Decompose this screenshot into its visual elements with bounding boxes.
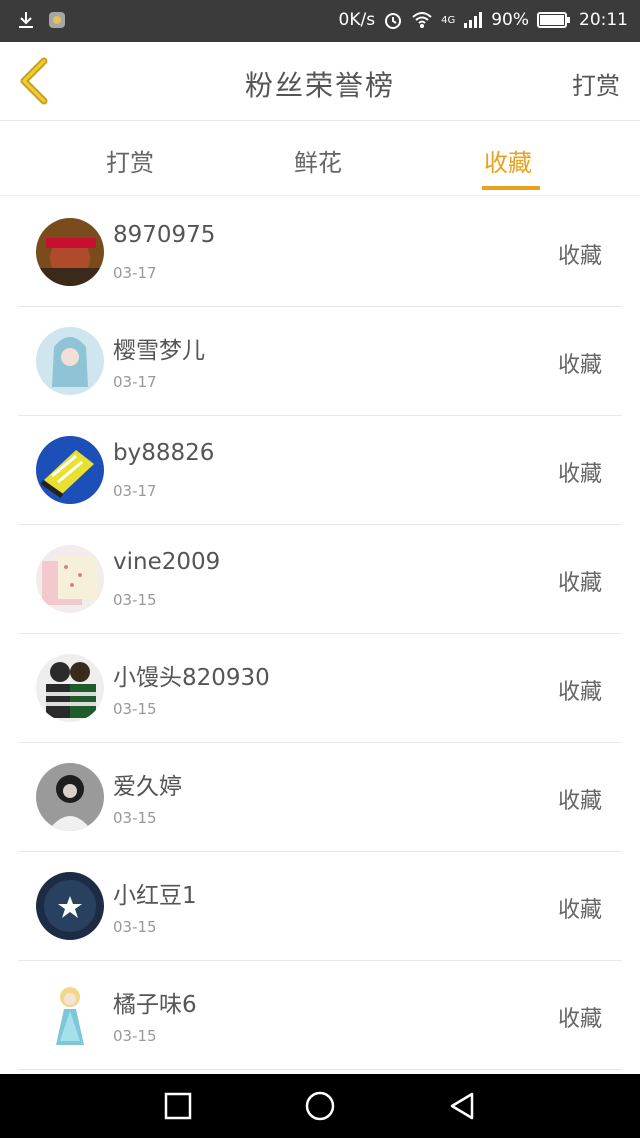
network-type: 4G	[441, 14, 456, 26]
username: 樱雪梦儿	[113, 338, 205, 364]
list-item[interactable]: 小馒头820930 03-15 收藏	[18, 634, 622, 743]
action-label: 收藏	[557, 789, 602, 814]
date: 03-15	[113, 809, 157, 827]
list-item[interactable]: 橘子味6 03-15 收藏	[18, 961, 622, 1070]
clock: 20:11	[579, 10, 628, 30]
triangle-back-icon	[450, 1092, 474, 1120]
date: 03-17	[113, 264, 157, 282]
list-item[interactable]: 小红豆1 03-15 收藏	[18, 852, 622, 961]
avatar	[36, 327, 104, 395]
tab-reward[interactable]: 打赏	[106, 143, 154, 178]
avatar	[36, 763, 104, 831]
action-label: 收藏	[557, 462, 602, 487]
status-right: 0K/s 4G 90% 20:11	[339, 10, 628, 30]
avatar	[36, 436, 104, 504]
tab-favorites[interactable]: 收藏	[484, 143, 532, 178]
avatar	[36, 981, 104, 1049]
date: 03-15	[113, 1027, 157, 1045]
date: 03-15	[113, 700, 157, 718]
action-label: 收藏	[557, 1007, 602, 1032]
list-item[interactable]: by88826 03-17 收藏	[18, 416, 622, 525]
date: 03-17	[113, 482, 157, 500]
username: 8970975	[113, 222, 216, 248]
date: 03-15	[113, 918, 157, 936]
battery-icon	[537, 12, 570, 28]
action-label: 收藏	[557, 244, 602, 269]
avatar	[36, 872, 104, 940]
list-item[interactable]: vine2009 03-15 收藏	[18, 525, 622, 634]
avatar	[36, 545, 104, 613]
fan-list: 8970975 03-17 收藏 樱雪梦儿 03-17 收藏 by88826 0…	[18, 198, 622, 1070]
username: 小红豆1	[113, 883, 197, 909]
action-label: 收藏	[557, 353, 602, 378]
screen: 0K/s 4G 90% 20:11 粉丝荣誉榜 打赏 打赏 鲜花 收藏 8970…	[0, 0, 640, 1138]
recent-apps-button[interactable]	[162, 1090, 194, 1122]
alarm-icon	[385, 13, 402, 29]
system-nav-bar	[0, 1074, 640, 1138]
avatar	[36, 218, 104, 286]
battery-percent: 90%	[491, 10, 529, 30]
action-label: 收藏	[557, 571, 602, 596]
network-speed: 0K/s	[338, 10, 376, 30]
app-notification-icon	[49, 12, 65, 28]
active-tab-indicator	[482, 186, 540, 190]
home-button[interactable]	[304, 1090, 336, 1122]
username: 橘子味6	[113, 992, 197, 1018]
action-label: 收藏	[557, 680, 602, 705]
date: 03-17	[113, 373, 157, 391]
list-item[interactable]: 8970975 03-17 收藏	[18, 198, 622, 307]
square-icon	[164, 1092, 192, 1120]
tab-flowers[interactable]: 鲜花	[294, 143, 342, 178]
header-reward-button[interactable]: 打赏	[572, 66, 620, 101]
username: by88826	[113, 440, 215, 466]
header: 粉丝荣誉榜 打赏	[0, 42, 640, 121]
list-item[interactable]: 樱雪梦儿 03-17 收藏	[18, 307, 622, 416]
back-nav-button[interactable]	[446, 1090, 478, 1122]
wifi-icon	[412, 12, 432, 28]
username: 爱久婷	[113, 774, 182, 800]
status-left	[16, 10, 66, 30]
date: 03-15	[113, 591, 157, 609]
signal-icon	[464, 12, 483, 28]
list-item[interactable]: 爱久婷 03-15 收藏	[18, 743, 622, 852]
circle-icon	[305, 1091, 335, 1121]
action-label: 收藏	[557, 898, 602, 923]
username: 小馒头820930	[113, 665, 270, 691]
page-title: 粉丝荣誉榜	[244, 69, 395, 102]
download-icon	[19, 12, 33, 28]
username: vine2009	[113, 549, 221, 575]
status-bar: 0K/s 4G 90% 20:11	[0, 0, 640, 42]
tab-bar: 打赏 鲜花 收藏	[0, 121, 640, 196]
avatar	[36, 654, 104, 722]
